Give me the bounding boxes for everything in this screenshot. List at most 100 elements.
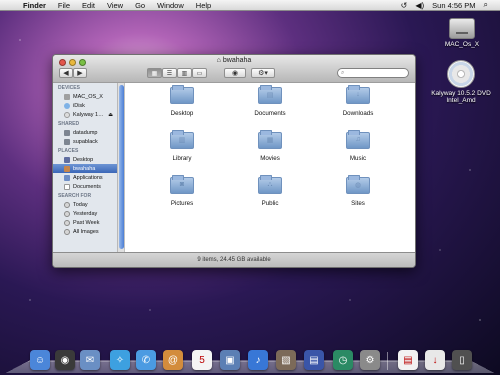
mail-icon[interactable]: ✉ xyxy=(80,350,100,370)
downloads-folder-icon: ↓ xyxy=(346,85,370,104)
dashboard-icon[interactable]: ◉ xyxy=(55,350,75,370)
folder-sites[interactable]: ◍ Sites xyxy=(328,175,388,207)
desktop-icon xyxy=(64,156,70,163)
window-title: ⌂ bwahaha xyxy=(53,57,415,64)
documents-stack-icon[interactable]: ▤ xyxy=(398,350,418,370)
clock-icon xyxy=(64,210,70,217)
sites-folder-icon: ◍ xyxy=(346,175,370,194)
sidebar-item-idisk[interactable]: iDisk xyxy=(53,101,117,110)
folder-desktop[interactable]: Desktop xyxy=(152,85,212,117)
action-menu-button[interactable]: ⚙▾ xyxy=(251,68,275,78)
list-view-button[interactable]: ☰ xyxy=(162,68,177,78)
sidebar-item-kalyway[interactable]: Kalyway 1… ⏏ xyxy=(53,110,117,119)
idisk-icon xyxy=(64,102,70,109)
sidebar-item-datadump[interactable]: datadump xyxy=(53,128,117,137)
icon-view-button[interactable]: ▦ xyxy=(147,68,162,78)
ical-icon[interactable]: 5 xyxy=(192,350,212,370)
search-input[interactable] xyxy=(346,70,405,76)
hard-drive-icon xyxy=(64,93,70,100)
sidebar-item-applications[interactable]: Applications xyxy=(53,173,117,182)
spaces-icon[interactable]: ▤ xyxy=(304,350,324,370)
sidebar-item-mac-os-x[interactable]: MAC_OS_X xyxy=(53,92,117,101)
search-icon: ⌕ xyxy=(341,69,345,76)
applications-icon xyxy=(64,174,70,181)
sidebar-item-yesterday[interactable]: Yesterday xyxy=(53,209,117,218)
folder-downloads[interactable]: ↓ Downloads xyxy=(328,85,388,117)
spotlight-icon[interactable]: ⌕ xyxy=(484,0,488,10)
quick-look-button[interactable]: ◉ xyxy=(224,68,246,78)
menu-file[interactable]: File xyxy=(52,0,76,11)
sidebar: DEVICES MAC_OS_X iDisk Kalyway 1… ⏏ SHARE… xyxy=(53,83,118,254)
menu-bar: Finder File Edit View Go Window Help ↺ ◀… xyxy=(0,0,500,11)
desktop-hard-drive[interactable]: MAC_Os_X xyxy=(437,18,487,48)
finder-icon[interactable]: ☺ xyxy=(30,350,50,370)
hard-drive-icon xyxy=(449,18,475,39)
folder-documents[interactable]: ▤ Documents xyxy=(240,85,300,117)
folder-icon xyxy=(170,85,194,104)
movies-folder-icon: ▦ xyxy=(258,130,282,149)
window-titlebar[interactable]: ⌂ bwahaha ◀ ▶ ▦ ☰ ▥ ▭ ◉ ⚙▾ ⌕ xyxy=(53,55,415,83)
clock-icon xyxy=(64,201,70,208)
downloads-stack-icon[interactable]: ↓ xyxy=(425,350,445,370)
folder-label: Movies xyxy=(260,155,280,162)
view-buttons: ▦ ☰ ▥ ▭ xyxy=(147,68,207,78)
time-machine-icon[interactable]: ◷ xyxy=(333,350,353,370)
documents-folder-icon: ▤ xyxy=(258,85,282,104)
pictures-folder-icon: ◙ xyxy=(170,175,194,194)
trash-icon[interactable]: ▯ xyxy=(452,350,472,370)
sidebar-item-label: iDisk xyxy=(73,102,85,109)
network-drive-icon xyxy=(64,129,70,136)
iphoto-icon[interactable]: ▧ xyxy=(276,350,296,370)
eject-icon[interactable]: ⏏ xyxy=(108,112,113,118)
search-field[interactable]: ⌕ xyxy=(337,68,409,78)
sidebar-item-bwahaha[interactable]: bwahaha xyxy=(53,164,117,173)
menu-finder[interactable]: Finder xyxy=(17,0,52,11)
menu-go[interactable]: Go xyxy=(129,0,151,11)
system-preferences-icon[interactable]: ⚙ xyxy=(360,350,380,370)
menu-view[interactable]: View xyxy=(101,0,129,11)
sidebar-item-label: supablack xyxy=(73,138,98,145)
folder-library[interactable]: ▥ Library xyxy=(152,130,212,162)
folder-label: Pictures xyxy=(170,200,194,207)
menu-help[interactable]: Help xyxy=(190,0,217,11)
sidebar-item-today[interactable]: Today xyxy=(53,200,117,209)
back-button[interactable]: ◀ xyxy=(59,68,73,78)
sidebar-item-label: Yesterday xyxy=(73,210,98,217)
desktop-icon-label: Kalyway 10.5.2 DVD Intel_Amd xyxy=(431,90,491,104)
coverflow-view-button[interactable]: ▭ xyxy=(192,68,207,78)
folder-music[interactable]: ♫ Music xyxy=(328,130,388,162)
folder-movies[interactable]: ▦ Movies xyxy=(240,130,300,162)
menu-window[interactable]: Window xyxy=(151,0,190,11)
clock-icon xyxy=(64,219,70,226)
itunes-icon[interactable]: ♪ xyxy=(248,350,268,370)
dock-separator xyxy=(387,352,388,370)
folder-pictures[interactable]: ◙ Pictures xyxy=(152,175,212,207)
desktop-dvd[interactable]: Kalyway 10.5.2 DVD Intel_Amd xyxy=(426,60,496,104)
sidebar-item-documents[interactable]: Documents xyxy=(53,182,117,191)
library-folder-icon: ▥ xyxy=(170,130,194,149)
folder-label: Desktop xyxy=(170,110,194,117)
desktop-icon-label: MAC_Os_X xyxy=(444,41,480,48)
sidebar-item-label: Documents xyxy=(73,183,101,190)
menu-clock[interactable]: Sun 4:56 PM xyxy=(432,1,475,10)
sidebar-item-past-week[interactable]: Past Week xyxy=(53,218,117,227)
sidebar-scrollbar[interactable] xyxy=(118,83,125,254)
sidebar-item-desktop[interactable]: Desktop xyxy=(53,155,117,164)
forward-button[interactable]: ▶ xyxy=(73,68,87,78)
sidebar-item-supablack[interactable]: supablack xyxy=(53,137,117,146)
ichat-icon[interactable]: ✆ xyxy=(136,350,156,370)
safari-icon[interactable]: ✧ xyxy=(110,350,130,370)
column-view-button[interactable]: ▥ xyxy=(177,68,192,78)
time-machine-menu-icon[interactable]: ↺ xyxy=(401,1,408,10)
sidebar-item-label: Today xyxy=(73,201,88,208)
address-book-icon[interactable]: @ xyxy=(163,350,183,370)
network-drive-icon xyxy=(64,138,70,145)
volume-icon[interactable]: ◀) xyxy=(415,1,424,10)
folder-public[interactable]: ⛬ Public xyxy=(240,175,300,207)
scrollbar-thumb[interactable] xyxy=(119,85,124,249)
home-icon xyxy=(64,165,70,172)
menu-edit[interactable]: Edit xyxy=(76,0,101,11)
sidebar-item-all-images[interactable]: All Images xyxy=(53,227,117,236)
preview-icon[interactable]: ▣ xyxy=(220,350,240,370)
images-icon xyxy=(64,228,70,235)
